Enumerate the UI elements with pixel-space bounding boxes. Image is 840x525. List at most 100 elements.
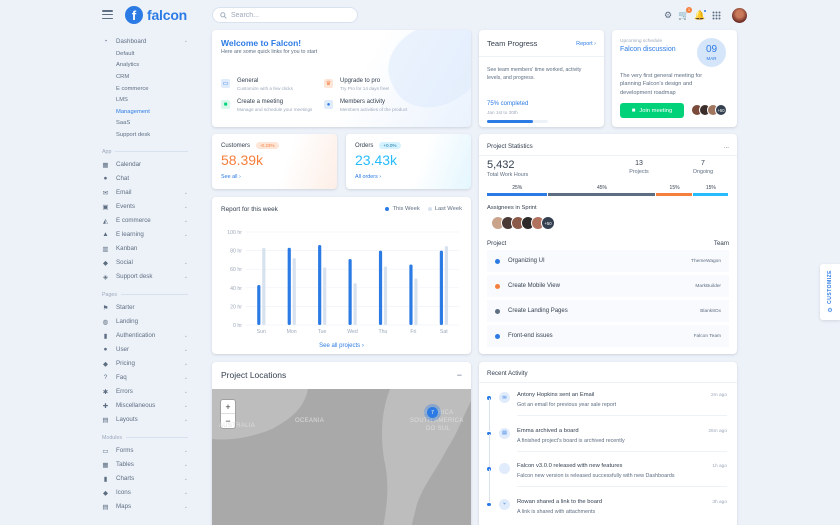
world-map[interactable]: + − AUSTRALIA OCEANIA AMÉRICA SOUTH AMER… — [212, 389, 471, 525]
video-icon: ■ — [221, 100, 230, 109]
quick-link-members-activity[interactable]: ● Members activity Members activities of t… — [324, 99, 407, 112]
sidebar-item-label: Dashboard — [116, 37, 147, 45]
search-box[interactable] — [212, 7, 358, 23]
bar-last-week-sat[interactable] — [444, 245, 448, 325]
menu-toggle-icon[interactable] — [102, 10, 113, 19]
bar-last-week-tue[interactable] — [323, 267, 327, 325]
cart-icon[interactable]: 🛒 1 — [677, 6, 692, 23]
bar-last-week-thu[interactable] — [383, 266, 388, 325]
sidebar-item-pricing[interactable]: ◆ Pricing ⌄ — [102, 357, 198, 371]
sidebar-item-social[interactable]: ◆ Social ⌄ — [102, 256, 198, 270]
sidebar-item-authentication[interactable]: ▮ Authentication ⌄ — [102, 329, 198, 343]
search-input[interactable] — [231, 11, 351, 19]
report-link[interactable]: Report › — [576, 41, 596, 47]
bar-last-week-wed[interactable] — [353, 283, 357, 325]
sidebar-item-label: Miscellaneous — [116, 402, 156, 410]
sidebar-subitem-default[interactable]: Default — [102, 48, 198, 60]
more-attendees-badge[interactable]: +50 — [715, 104, 727, 116]
falcon-logo[interactable]: f falcon — [125, 6, 187, 24]
sidebar-item-email[interactable]: ✉ Email ⌄ — [102, 186, 198, 200]
project-row[interactable]: Create Landing Pages Blank8Ox — [487, 300, 729, 322]
sidebar-item-forms[interactable]: ▭ Forms ⌄ — [102, 444, 198, 458]
sidebar-item-layouts[interactable]: ▤ Layouts ⌄ — [102, 413, 198, 427]
activity-item[interactable]: ✉ Antony Hopkins sent an Email Got an emai… — [479, 392, 737, 431]
sidebar-item-user[interactable]: ● User ⌄ — [102, 343, 198, 357]
sidebar-item-kanban[interactable]: ▥ Kanban — [102, 242, 198, 256]
quick-link-upgrade-to-pro[interactable]: ♛ Upgrade to pro Try Pro for 14 days free! — [324, 78, 389, 91]
y-tick-label: 40 hr — [230, 286, 242, 292]
apps-grid-icon[interactable] — [709, 9, 723, 23]
sidebar-item-e-learning[interactable]: ▲ E learning ⌄ — [102, 228, 198, 242]
sidebar-subitem-management[interactable]: Management — [102, 106, 198, 118]
sidebar-item-e-commerce[interactable]: ◭ E commerce ⌄ — [102, 214, 198, 228]
zoom-in-button[interactable]: + — [221, 400, 235, 414]
legend-last-week[interactable]: Last Week — [427, 206, 462, 212]
team-progress-date: Jan 1st to 30th — [487, 110, 518, 115]
sidebar-subitem-crm[interactable]: CRM — [102, 71, 198, 83]
more-options-icon[interactable]: ... — [724, 143, 729, 150]
sidebar-subitem-e-commerce[interactable]: E commerce — [102, 83, 198, 95]
sidebar-item-charts[interactable]: ▮ Charts ⌄ — [102, 472, 198, 486]
quick-link-general[interactable]: ▭ General Customize with a few clicks — [221, 78, 293, 91]
bar-this-week-mon[interactable] — [287, 247, 291, 325]
all-orders-link[interactable]: All orders › — [355, 174, 381, 180]
sidebar-item-calendar[interactable]: ▦ Calendar — [102, 158, 198, 172]
x-tick-label: Tue — [318, 329, 327, 335]
more-assignees-badge[interactable]: +50 — [541, 216, 555, 230]
sidebar-subitem-analytics[interactable]: Analytics — [102, 60, 198, 72]
sidebar-item-label: Events — [116, 203, 135, 211]
bar-last-week-sun[interactable] — [262, 247, 266, 325]
sidebar-item-dashboard[interactable]: ◔ Dashboard ⌄ — [102, 34, 198, 48]
quick-link-create-a-meeting[interactable]: ■ Create a meeting Manage and schedule you… — [221, 99, 312, 112]
collapse-icon[interactable]: − — [457, 370, 462, 380]
bar-this-week-thu[interactable] — [378, 250, 383, 325]
see-all-customers-link[interactable]: See all › — [221, 174, 241, 180]
bar-this-week-sun[interactable] — [257, 285, 261, 325]
bar-this-week-fri[interactable] — [409, 264, 413, 325]
bar-this-week-tue[interactable] — [318, 245, 322, 325]
project-team: Falcon Team — [693, 333, 721, 339]
user-avatar[interactable] — [732, 8, 747, 23]
sidebar-item-support-desk[interactable]: ◈ Support desk ⌄ — [102, 270, 198, 284]
sidebar-subitem-lms[interactable]: LMS — [102, 94, 198, 106]
bar-this-week-wed[interactable] — [348, 258, 352, 325]
activity-title: Emma archived a board — [517, 427, 579, 434]
see-all-projects-link[interactable]: See all projects › — [212, 343, 471, 349]
activity-item[interactable]: Falcon v3.0.0 released with new features… — [479, 463, 737, 502]
map-marker-cluster[interactable]: 7 — [427, 407, 438, 418]
bell-icon[interactable]: 🔔 — [693, 8, 707, 23]
sidebar-subitem-saas[interactable]: SaaS — [102, 118, 198, 130]
legend-this-week[interactable]: This Week — [385, 206, 420, 212]
sidebar-item-starter[interactable]: ⚑ Starter — [102, 301, 198, 315]
lock-icon: ▮ — [103, 332, 108, 340]
settings-icon[interactable]: ⚙ — [661, 9, 675, 23]
sidebar-item-landing[interactable]: ◍ Landing — [102, 315, 198, 329]
sidebar-item-chat[interactable]: ● Chat — [102, 172, 198, 186]
customize-button[interactable]: CUSTOMIZE ⚙ — [820, 264, 840, 320]
bar-last-week-fri[interactable] — [414, 278, 418, 326]
project-team: ThemeWagon — [691, 258, 721, 264]
bar-last-week-mon[interactable] — [292, 258, 296, 325]
sidebar-subitem-support-desk[interactable]: Support desk — [102, 129, 198, 141]
bar-this-week-sat[interactable] — [439, 250, 443, 325]
project-row[interactable]: Create Mobile View MarkBuilder — [487, 275, 729, 297]
sidebar-item-events[interactable]: ▣ Events ⌄ — [102, 200, 198, 214]
upcoming-title[interactable]: Falcon discussion — [620, 46, 676, 53]
activity-item[interactable]: ⑂ Rowan shared a link to the board A link … — [479, 498, 737, 525]
progress-segment — [487, 193, 547, 196]
y-tick-label: 80 hr — [230, 249, 242, 255]
sidebar-item-miscellaneous[interactable]: ✚ Miscellaneous ⌄ — [102, 399, 198, 413]
sidebar-item-errors[interactable]: ✱ Errors ⌄ — [102, 385, 198, 399]
search-icon — [220, 11, 227, 19]
activity-item[interactable]: ▤ Emma archived a board A finished project… — [479, 427, 737, 467]
quick-link-title: Members activity — [340, 99, 386, 105]
sidebar-item-icons[interactable]: ◆ Icons ⌄ — [102, 486, 198, 500]
project-row[interactable]: Front-end issues Falcon Team — [487, 325, 729, 347]
project-name: Front-end issues — [508, 333, 553, 339]
sidebar-item-faq[interactable]: ? Faq ⌄ — [102, 371, 198, 385]
sidebar-item-maps[interactable]: ▤ Maps ⌄ — [102, 500, 198, 514]
join-meeting-button[interactable]: ■ Join meeting — [620, 103, 684, 118]
project-row[interactable]: Organizing UI ThemeWagon — [487, 250, 729, 272]
progress-segment — [547, 193, 656, 196]
sidebar-item-tables[interactable]: ▦ Tables ⌄ — [102, 458, 198, 472]
